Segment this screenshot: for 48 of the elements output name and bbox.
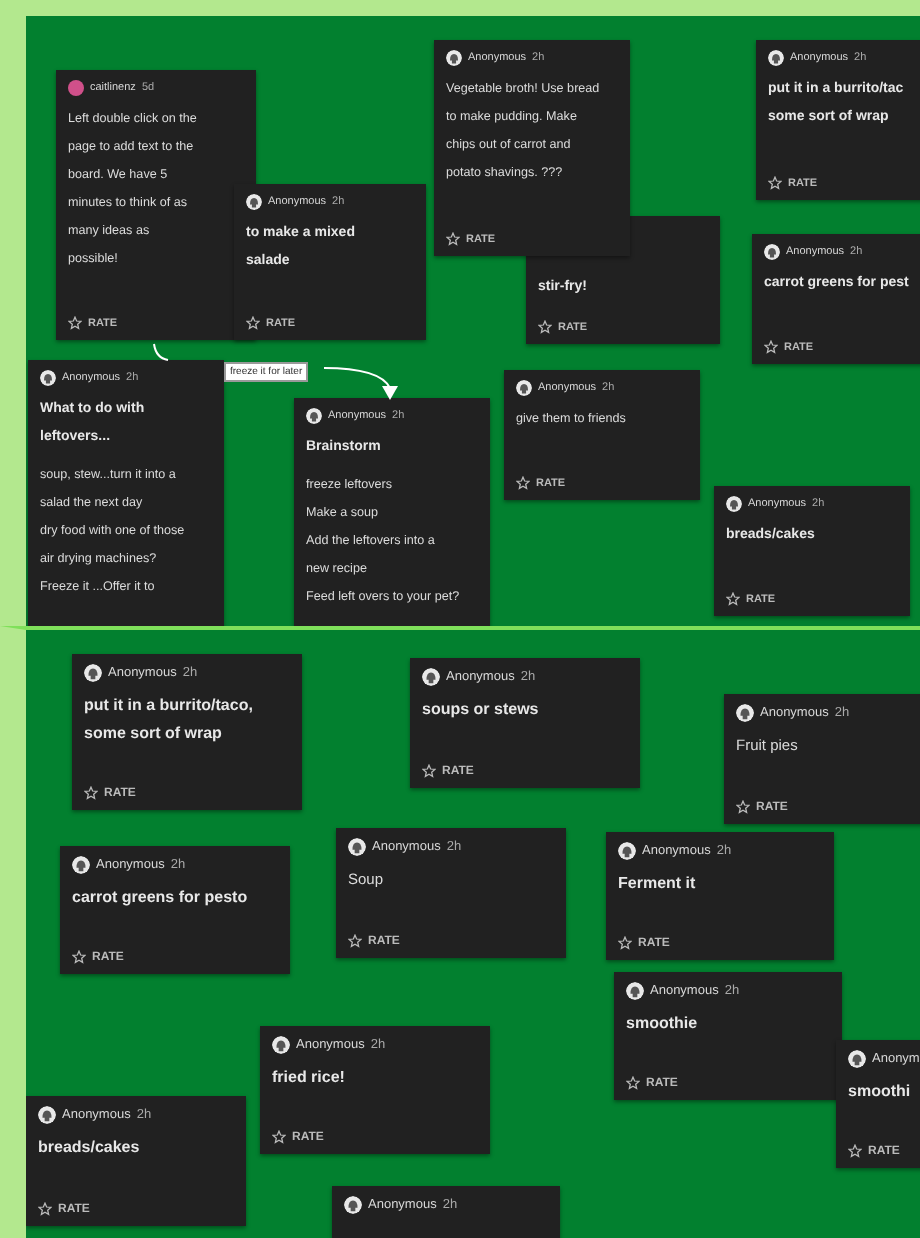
avatar-icon — [736, 704, 754, 722]
star-icon — [348, 934, 362, 948]
star-icon — [72, 950, 86, 964]
star-icon — [726, 592, 740, 606]
avatar-icon — [422, 668, 440, 686]
star-icon — [768, 176, 782, 190]
note-title: soups or stews — [422, 698, 541, 722]
avatar-icon — [848, 1050, 866, 1068]
avatar-icon — [40, 370, 56, 386]
note-title: smoothie — [626, 1012, 700, 1036]
star-icon — [246, 316, 260, 330]
note-title: breads/cakes — [38, 1136, 142, 1160]
avatar-icon — [38, 1106, 56, 1124]
star-icon — [516, 476, 530, 490]
star-icon — [618, 936, 632, 950]
avatar-icon — [446, 50, 462, 66]
star-icon — [736, 800, 750, 814]
avatar-icon — [768, 50, 784, 66]
note-title: Ferment it — [618, 872, 698, 896]
note-title: fried rice! — [272, 1066, 347, 1090]
star-icon — [68, 316, 82, 330]
star-icon — [446, 232, 460, 246]
connector-arrow — [323, 367, 398, 400]
avatar-icon — [84, 664, 102, 682]
star-icon — [422, 764, 436, 778]
avatar-icon — [618, 842, 636, 860]
avatar-icon — [348, 838, 366, 856]
note-title: carrot greens for pesto — [72, 886, 250, 910]
star-icon — [272, 1130, 286, 1144]
avatar-photo — [68, 80, 84, 96]
avatar-icon — [246, 194, 262, 210]
star-icon — [538, 320, 552, 334]
avatar-icon — [306, 408, 322, 424]
star-icon — [38, 1202, 52, 1216]
avatar-icon — [344, 1196, 362, 1214]
note-title: smoothi — [848, 1080, 913, 1104]
avatar-icon — [516, 380, 532, 396]
star-icon — [848, 1144, 862, 1158]
note-title: put it in a burrito/taco, some sort of wrap — [84, 694, 255, 746]
avatar-icon — [626, 982, 644, 1000]
avatar-icon — [726, 496, 742, 512]
star-icon — [626, 1076, 640, 1090]
avatar-icon — [764, 244, 780, 260]
connector-line — [153, 343, 169, 361]
star-icon — [764, 340, 778, 354]
avatar-icon — [72, 856, 90, 874]
avatar-icon — [272, 1036, 290, 1054]
star-icon — [84, 786, 98, 800]
